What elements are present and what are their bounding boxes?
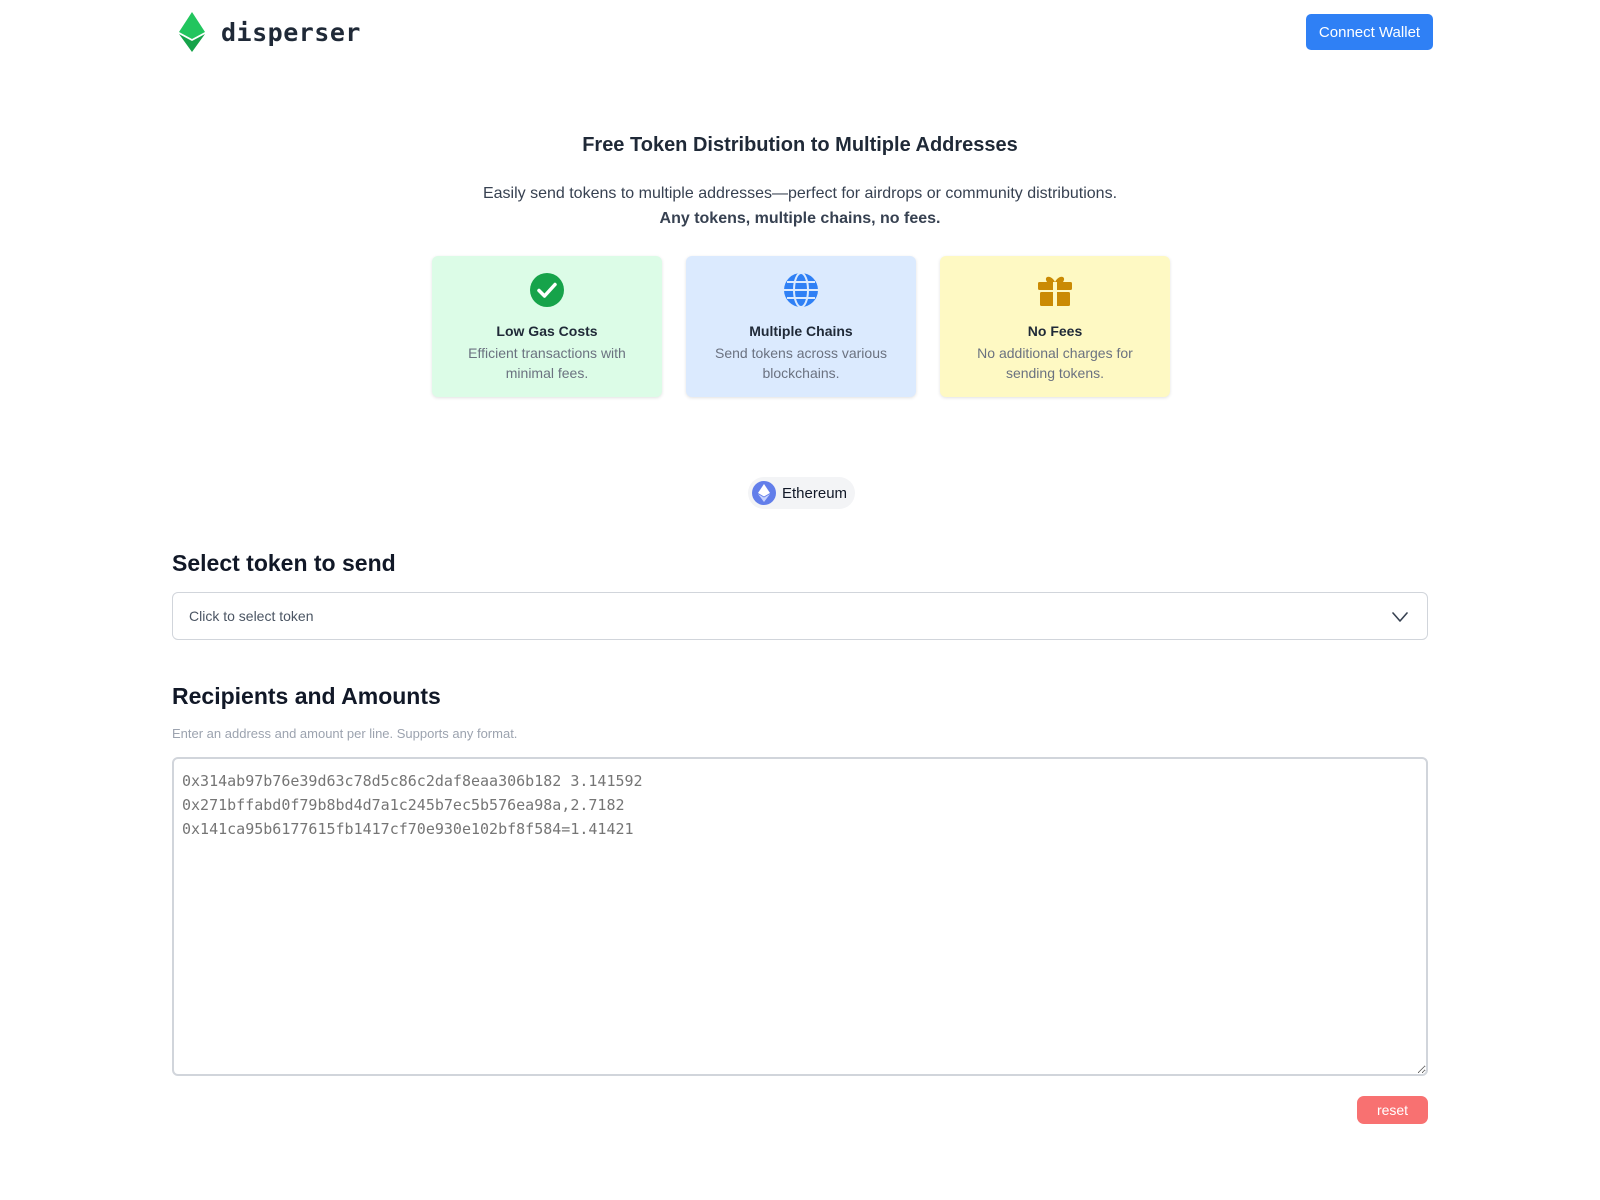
check-circle-icon xyxy=(529,272,565,308)
feature-desc: Send tokens across various blockchains. xyxy=(715,345,887,381)
chevron-down-icon xyxy=(1392,612,1408,622)
header: disperser Connect Wallet xyxy=(0,0,1600,64)
connect-wallet-button[interactable]: Connect Wallet xyxy=(1306,14,1433,50)
token-select-placeholder: Click to select token xyxy=(189,608,314,624)
recipients-textarea[interactable] xyxy=(172,757,1428,1076)
reset-button[interactable]: reset xyxy=(1357,1096,1428,1124)
chain-selector[interactable]: Ethereum xyxy=(748,477,856,509)
page-title: Free Token Distribution to Multiple Addr… xyxy=(582,134,1018,156)
recipients-hint: Enter an address and amount per line. Su… xyxy=(172,726,518,741)
feature-cards: Low Gas Costs Efficient transactions wit… xyxy=(432,256,1170,397)
logo[interactable]: disperser xyxy=(179,12,361,52)
feature-card-no-fees: No Fees No additional charges for sendin… xyxy=(940,256,1170,397)
hero-subtitle: Easily send tokens to multiple addresses… xyxy=(482,185,1118,202)
feature-card-low-gas: Low Gas Costs Efficient transactions wit… xyxy=(432,256,662,397)
feature-title: Low Gas Costs xyxy=(496,323,598,339)
gift-icon xyxy=(1037,272,1073,308)
feature-title: Multiple Chains xyxy=(749,323,853,339)
token-select[interactable]: Click to select token xyxy=(172,592,1428,640)
globe-icon xyxy=(783,272,819,308)
ethereum-logo-icon xyxy=(179,12,205,52)
token-section-title: Select token to send xyxy=(172,550,396,576)
feature-desc: No additional charges for sending tokens… xyxy=(977,345,1133,381)
feature-title: No Fees xyxy=(1027,323,1083,339)
chain-label: Ethereum xyxy=(782,484,848,502)
feature-desc: Efficient transactions with minimal fees… xyxy=(468,345,626,381)
ethereum-icon xyxy=(752,481,776,505)
hero-subtitle-bold: Any tokens, multiple chains, no fees. xyxy=(659,210,941,227)
feature-card-multiple-chains: Multiple Chains Send tokens across vario… xyxy=(686,256,916,397)
logo-text: disperser xyxy=(221,17,361,47)
recipients-section-title: Recipients and Amounts xyxy=(172,683,441,709)
